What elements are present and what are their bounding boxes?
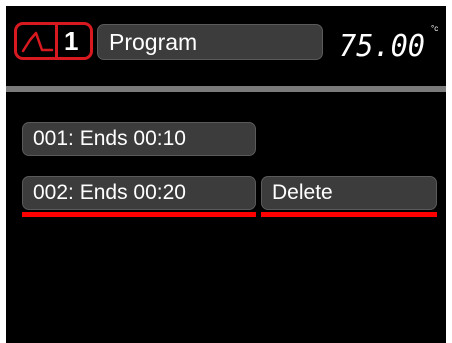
svg-text:75.00: 75.00: [339, 29, 425, 64]
delete-selection-underline: [261, 212, 437, 217]
badge-divider: [55, 25, 58, 57]
temperature-unit: °c: [431, 24, 439, 33]
controller-screen: 1 Program 75.00 °c 001: Ends 00:10 002: …: [6, 6, 446, 343]
selection-underline: [22, 212, 256, 217]
delete-button[interactable]: Delete: [261, 176, 437, 210]
temperature-readout: 75.00: [339, 29, 425, 64]
segment-row-2[interactable]: 002: Ends 00:20: [22, 176, 256, 210]
program-profile-badge[interactable]: 1: [14, 22, 93, 60]
ramp-profile-icon: [21, 31, 54, 53]
segment-row-1[interactable]: 001: Ends 00:10: [22, 122, 256, 156]
header-divider: [6, 86, 446, 92]
page-title[interactable]: Program: [97, 24, 323, 60]
program-number: 1: [64, 26, 79, 56]
